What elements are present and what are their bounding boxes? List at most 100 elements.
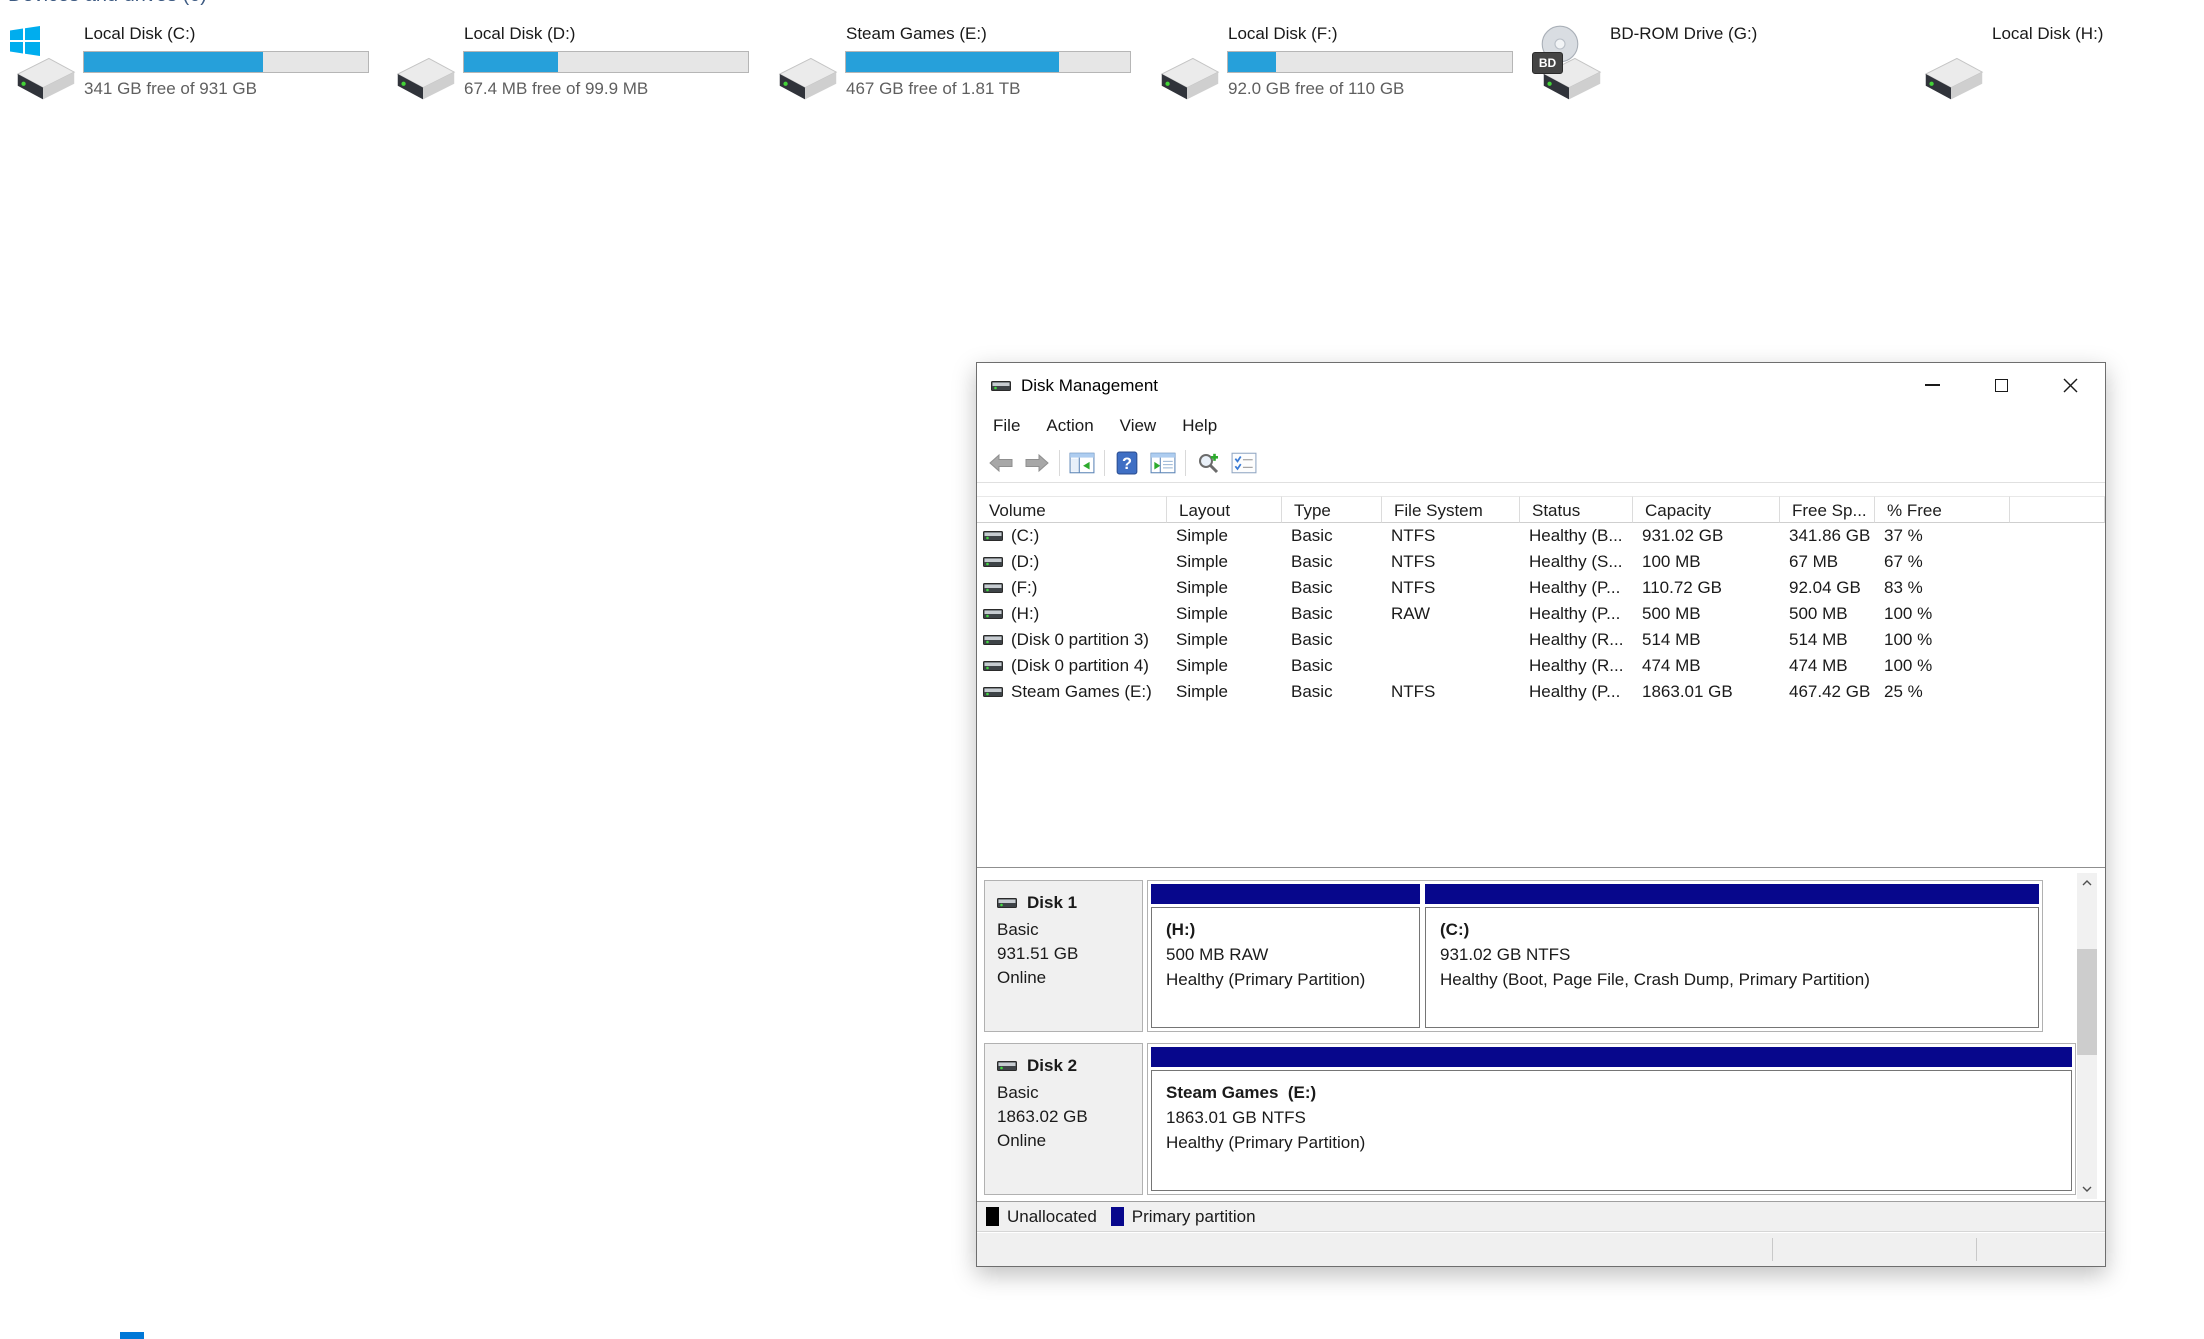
minimize-button[interactable] [1898, 363, 1967, 407]
menu-view[interactable]: View [1107, 409, 1170, 443]
hard-drive-icon [1152, 32, 1230, 104]
volume-row-f[interactable]: (F:) Simple Basic NTFS Healthy (P... 110… [977, 575, 2105, 601]
graphical-pane-scrollbar[interactable] [2077, 873, 2097, 1199]
close-button[interactable] [2036, 363, 2105, 407]
column-header-filesystem[interactable]: File System [1382, 496, 1520, 523]
drive-tile-f[interactable]: Local Disk (F:) 92.0 GB free of 110 GB [1152, 24, 1524, 108]
back-button[interactable] [983, 448, 1019, 478]
scroll-up-button[interactable] [2077, 873, 2097, 893]
drive-tile-e[interactable]: Steam Games (E:) 467 GB free of 1.81 TB [770, 24, 1142, 108]
capacity-bar [845, 51, 1131, 73]
close-icon [2063, 378, 2078, 393]
checklist-button[interactable] [1226, 448, 1262, 478]
title-bar[interactable]: Disk Management [977, 363, 2105, 409]
volume-row-e[interactable]: Steam Games (E:) Simple Basic NTFS Healt… [977, 679, 2105, 705]
column-header-pctfree[interactable]: % Free [1875, 496, 2010, 523]
free-space-text: 341 GB free of 931 GB [84, 79, 257, 99]
menu-action[interactable]: Action [1033, 409, 1106, 443]
action-pane-icon [1150, 452, 1176, 474]
disk-2-row: Disk 2 Basic 1863.02 GB Online Steam Gam… [984, 1043, 2075, 1195]
system-drive-icon [8, 32, 86, 104]
menu-file[interactable]: File [980, 409, 1033, 443]
disk-state: Online [997, 966, 1142, 990]
partition-e[interactable]: Steam Games (E:) 1863.01 GB NTFS Healthy… [1151, 1047, 2072, 1191]
drive-name: BD-ROM Drive (G:) [1610, 24, 1757, 44]
column-header-capacity[interactable]: Capacity [1633, 496, 1780, 523]
disk-size: 1863.02 GB [997, 1105, 1142, 1129]
drive-tile-d[interactable]: Local Disk (D:) 67.4 MB free of 99.9 MB [388, 24, 760, 108]
scroll-down-button[interactable] [2077, 1179, 2097, 1199]
column-header-layout[interactable]: Layout [1167, 496, 1282, 523]
pane-separator[interactable] [977, 867, 2105, 868]
scrollbar-thumb[interactable] [2077, 949, 2097, 1055]
disk-type: Basic [997, 1081, 1142, 1105]
drive-tile-c[interactable]: Local Disk (C:) 341 GB free of 931 GB [8, 24, 380, 108]
maximize-icon [1995, 379, 2008, 392]
drive-name: Local Disk (F:) [1228, 24, 1338, 44]
hard-drive-icon [388, 32, 466, 104]
partition-detail: 931.02 GB NTFS [1440, 942, 2038, 967]
partition-h[interactable]: (H:) 500 MB RAW Healthy (Primary Partiti… [1151, 884, 1420, 1028]
drive-name: Local Disk (H:) [1992, 24, 2103, 44]
partition-color-bar [1151, 1047, 2072, 1067]
volume-icon [983, 555, 1003, 569]
partition-c[interactable]: (C:) 931.02 GB NTFS Healthy (Boot, Page … [1425, 884, 2039, 1028]
help-button[interactable]: ? [1109, 448, 1145, 478]
volume-row-h[interactable]: (H:) Simple Basic RAW Healthy (P... 500 … [977, 601, 2105, 627]
volume-row-disk0-part4[interactable]: (Disk 0 partition 4) Simple Basic Health… [977, 653, 2105, 679]
console-tree-button[interactable] [1064, 448, 1100, 478]
disk-2-header[interactable]: Disk 2 Basic 1863.02 GB Online [984, 1043, 1143, 1195]
forward-button[interactable] [1019, 448, 1055, 478]
column-header-volume[interactable]: Volume [977, 496, 1167, 523]
column-header-status[interactable]: Status [1520, 496, 1633, 523]
volume-icon [983, 529, 1003, 543]
volume-icon [983, 581, 1003, 595]
disk-type: Basic [997, 918, 1142, 942]
primary-partition-swatch [1111, 1207, 1124, 1226]
partition-color-bar [1151, 884, 1420, 904]
free-space-text: 92.0 GB free of 110 GB [1228, 79, 1404, 99]
partition-detail: 1863.01 GB NTFS [1166, 1105, 2071, 1130]
disk-1-partitions: (H:) 500 MB RAW Healthy (Primary Partiti… [1147, 880, 2043, 1032]
partition-color-bar [1425, 884, 2039, 904]
legend-label-unallocated: Unallocated [1007, 1207, 1097, 1227]
volume-icon [983, 659, 1003, 673]
action-pane-button[interactable] [1145, 448, 1181, 478]
statusbar-divider [1772, 1238, 1773, 1261]
disk-icon [997, 896, 1017, 910]
maximize-button[interactable] [1967, 363, 2036, 407]
free-space-text: 67.4 MB free of 99.9 MB [464, 79, 648, 99]
hard-drive-icon [770, 32, 848, 104]
drive-name: Local Disk (C:) [84, 24, 195, 44]
drive-name: Local Disk (D:) [464, 24, 575, 44]
hard-drive-icon [1916, 32, 1994, 104]
free-space-text: 467 GB free of 1.81 TB [846, 79, 1021, 99]
disk-management-icon [991, 379, 1011, 393]
properties-button[interactable] [1190, 448, 1226, 478]
help-icon: ? [1116, 451, 1138, 475]
volume-icon [983, 633, 1003, 647]
volume-row-d[interactable]: (D:) Simple Basic NTFS Healthy (S... 100… [977, 549, 2105, 575]
menu-help[interactable]: Help [1169, 409, 1230, 443]
disk-1-header[interactable]: Disk 1 Basic 931.51 GB Online [984, 880, 1143, 1032]
menu-bar: File Action View Help [980, 409, 2105, 443]
bd-rom-drive-icon: BD [1534, 32, 1612, 104]
column-header-freespace[interactable]: Free Sp... [1780, 496, 1875, 523]
drive-tile-h[interactable]: Local Disk (H:) [1916, 24, 2204, 108]
disk-2-partitions: Steam Games (E:) 1863.01 GB NTFS Healthy… [1147, 1043, 2076, 1195]
toolbar-separator [1104, 450, 1105, 476]
console-tree-icon [1069, 452, 1095, 474]
forward-icon [1024, 452, 1050, 474]
toolbar-separator [1059, 450, 1060, 476]
disk-management-window: Disk Management File Action View Help [976, 362, 2106, 1267]
drive-name: Steam Games (E:) [846, 24, 987, 44]
list-header: Volume Layout Type File System Status Ca… [977, 496, 2105, 523]
legend-label-primary: Primary partition [1132, 1207, 1256, 1227]
drive-tile-g[interactable]: BD BD-ROM Drive (G:) [1534, 24, 1906, 108]
checklist-icon [1231, 452, 1257, 474]
volume-row-c[interactable]: (C:) Simple Basic NTFS Healthy (B... 931… [977, 523, 2105, 549]
volume-list: Volume Layout Type File System Status Ca… [977, 483, 2105, 867]
partition-status: Healthy (Boot, Page File, Crash Dump, Pr… [1440, 967, 2038, 992]
column-header-type[interactable]: Type [1282, 496, 1382, 523]
volume-row-disk0-part3[interactable]: (Disk 0 partition 3) Simple Basic Health… [977, 627, 2105, 653]
